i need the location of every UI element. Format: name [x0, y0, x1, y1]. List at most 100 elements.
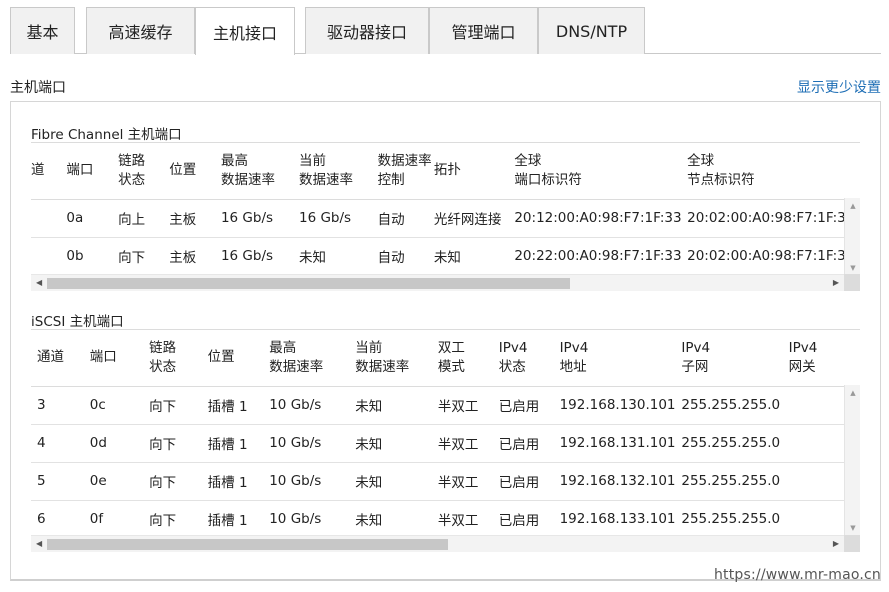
- cell: 16 Gb/s: [220, 237, 299, 276]
- fc-col-wwpn: 全球 端口标识符: [514, 143, 688, 200]
- cell: 插槽 1: [207, 462, 270, 501]
- cell: 半双工: [437, 386, 499, 425]
- iscsi-col-ipv4-status: IPv4 状态: [498, 330, 560, 387]
- tab-host-interface[interactable]: 主机接口: [195, 7, 295, 55]
- iscsi-vertical-scrollbar[interactable]: ▲ ▼: [844, 385, 860, 536]
- fc-vertical-scrollbar[interactable]: ▲ ▼: [844, 198, 860, 276]
- scroll-left-icon[interactable]: ◀: [36, 537, 42, 551]
- cell: 10 Gb/s: [269, 424, 356, 463]
- fc-col-topology: 拓扑: [433, 143, 515, 200]
- cell: 未知: [299, 237, 378, 276]
- cell: 10 Gb/s: [269, 462, 356, 501]
- cell: 16 Gb/s: [220, 199, 299, 238]
- tab-dns-ntp[interactable]: DNS/NTP: [538, 7, 645, 54]
- cell: 10 Gb/s: [269, 386, 356, 425]
- section-title: 主机端口: [10, 80, 66, 96]
- iscsi-col-ipv4-subnet: IPv4 子网: [681, 330, 789, 387]
- scroll-right-icon[interactable]: ▶: [833, 276, 839, 290]
- cell: 向下: [149, 386, 208, 425]
- cell: 主板: [169, 199, 221, 238]
- fc-col-max-rate: 最高 数据速率: [220, 143, 299, 200]
- cell: 0d: [89, 424, 150, 463]
- cell: 未知: [355, 462, 438, 501]
- cell: 主板: [169, 237, 221, 276]
- cell: 自动: [377, 199, 434, 238]
- tab-drive-interface[interactable]: 驱动器接口: [305, 7, 429, 54]
- cell: 192.168.132.101: [559, 462, 682, 501]
- iscsi-col-ipv4-gateway: IPv4 网关: [788, 330, 860, 387]
- table-row[interactable]: 0b 向下 主板 16 Gb/s 未知 自动 未知 20:22:00:A0:98…: [31, 237, 860, 276]
- iscsi-horizontal-scrollbar[interactable]: ◀ ▶: [31, 535, 844, 552]
- cell: 已启用: [498, 500, 560, 537]
- cell: 自动: [377, 237, 434, 276]
- fc-col-link-status: 链路 状态: [118, 143, 170, 200]
- scroll-up-icon[interactable]: ▲: [845, 388, 861, 398]
- fc-col-wwnn: 全球 节点标识符: [687, 143, 860, 200]
- show-less-settings-link[interactable]: 显示更少设置: [797, 77, 881, 97]
- table-row[interactable]: 5 0e 向下 插槽 1 10 Gb/s 未知 半双工 已启用 192.168.…: [31, 462, 860, 501]
- cell: 半双工: [437, 462, 499, 501]
- table-row[interactable]: 4 0d 向下 插槽 1 10 Gb/s 未知 半双工 已启用 192.168.…: [31, 424, 860, 463]
- cell: 255.255.255.0: [681, 386, 789, 425]
- cell: [31, 237, 67, 276]
- cell: 向下: [118, 237, 170, 276]
- tab-management-port[interactable]: 管理端口: [429, 7, 538, 54]
- iscsi-ports-table: 通道 端口 链路 状态 位置 最高 数据速率 当前 数据速率 双工 模式 IPv…: [31, 330, 860, 537]
- iscsi-col-port: 端口: [89, 330, 150, 387]
- cell: 10 Gb/s: [269, 500, 356, 537]
- fc-header-row: 道 端口 链路 状态 位置 最高 数据速率 当前 数据速率 数据速率 控制 拓扑…: [31, 143, 860, 200]
- iscsi-col-max-rate: 最高 数据速率: [269, 330, 356, 387]
- cell: 未知: [355, 500, 438, 537]
- iscsi-scroll-corner: [844, 535, 860, 552]
- cell: 255.255.255.0: [681, 500, 789, 537]
- cell: 已启用: [498, 424, 560, 463]
- cell: 0a: [66, 199, 119, 238]
- fc-col-port: 端口: [66, 143, 119, 200]
- cell: 插槽 1: [207, 424, 270, 463]
- cell: 3: [31, 386, 90, 425]
- iscsi-header-row: 通道 端口 链路 状态 位置 最高 数据速率 当前 数据速率 双工 模式 IPv…: [31, 330, 860, 387]
- cell: 6: [31, 500, 90, 537]
- cell: 20:02:00:A0:98:F7:1F:33: [687, 199, 860, 238]
- iscsi-group-title: iSCSI 主机端口: [31, 314, 124, 330]
- table-row[interactable]: 0a 向上 主板 16 Gb/s 16 Gb/s 自动 光纤网连接 20:12:…: [31, 199, 860, 238]
- cell: 已启用: [498, 462, 560, 501]
- scroll-down-icon[interactable]: ▼: [845, 263, 861, 273]
- cell: 255.255.255.0: [681, 462, 789, 501]
- scroll-up-icon[interactable]: ▲: [845, 201, 861, 211]
- fc-scroll-thumb[interactable]: [47, 278, 570, 289]
- tab-basic[interactable]: 基本: [10, 7, 75, 54]
- cell: 插槽 1: [207, 386, 270, 425]
- tab-cache[interactable]: 高速缓存: [86, 7, 195, 54]
- fc-group-title: Fibre Channel 主机端口: [31, 127, 182, 143]
- fc-col-rate-control: 数据速率 控制: [377, 143, 434, 200]
- scroll-down-icon[interactable]: ▼: [845, 523, 861, 533]
- iscsi-col-channel: 通道: [31, 330, 90, 387]
- iscsi-col-current-rate: 当前 数据速率: [355, 330, 438, 387]
- cell: 向下: [149, 424, 208, 463]
- fc-scroll-corner: [844, 274, 860, 291]
- cell: 未知: [355, 386, 438, 425]
- cell: 192.168.130.101: [559, 386, 682, 425]
- iscsi-col-link-status: 链路 状态: [149, 330, 208, 387]
- table-row[interactable]: 6 0f 向下 插槽 1 10 Gb/s 未知 半双工 已启用 192.168.…: [31, 500, 860, 537]
- cell: 插槽 1: [207, 500, 270, 537]
- iscsi-col-location: 位置: [207, 330, 270, 387]
- cell: 4: [31, 424, 90, 463]
- fc-horizontal-scrollbar[interactable]: ◀ ▶: [31, 274, 844, 291]
- cell: 0f: [89, 500, 150, 537]
- cell: 0e: [89, 462, 150, 501]
- cell: 5: [31, 462, 90, 501]
- cell: 半双工: [437, 424, 499, 463]
- cell: 向下: [149, 462, 208, 501]
- scroll-right-icon[interactable]: ▶: [833, 537, 839, 551]
- table-row[interactable]: 3 0c 向下 插槽 1 10 Gb/s 未知 半双工 已启用 192.168.…: [31, 386, 860, 425]
- scroll-left-icon[interactable]: ◀: [36, 276, 42, 290]
- fc-col-channel: 道: [31, 143, 67, 200]
- cell: 16 Gb/s: [299, 199, 378, 238]
- cell: 255.255.255.0: [681, 424, 789, 463]
- cell: 192.168.131.101: [559, 424, 682, 463]
- iscsi-col-ipv4-address: IPv4 地址: [559, 330, 682, 387]
- cell: 0b: [66, 237, 119, 276]
- iscsi-scroll-thumb[interactable]: [47, 539, 448, 550]
